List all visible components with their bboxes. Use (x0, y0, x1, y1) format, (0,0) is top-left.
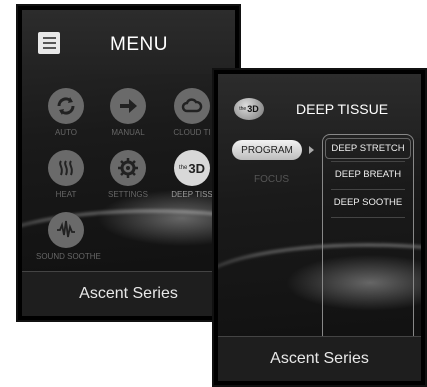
gear-icon (110, 150, 146, 186)
menu-screen: MENU AUTO MANUAL CLOUD TI HEAT SETTINGS … (22, 10, 235, 316)
tile-heat[interactable]: HEAT (36, 150, 96, 199)
menu-device: MENU AUTO MANUAL CLOUD TI HEAT SETTINGS … (16, 4, 241, 322)
program-item[interactable]: DEEP BREATH (323, 169, 413, 180)
program-item[interactable]: DEEP SOOTHE (323, 197, 413, 208)
menu-title: MENU (110, 34, 168, 55)
deep-tissue-header: the 3D DEEP TISSUE (218, 74, 421, 138)
sound-wave-icon (48, 212, 84, 248)
3d-icon: the 3D (234, 98, 264, 120)
tile-label: SETTINGS (107, 190, 148, 199)
tab-program[interactable]: PROGRAM (232, 140, 302, 160)
tile-label: SOUND SOOTHE (36, 252, 101, 261)
cloud-icon (174, 88, 210, 124)
tab-focus[interactable]: FOCUS (254, 174, 289, 185)
program-item[interactable]: DEEP STRETCH (325, 138, 411, 159)
divider (331, 189, 405, 190)
tile-sound-soothe[interactable]: SOUND SOOTHE (36, 212, 101, 261)
heat-waves-icon (48, 150, 84, 186)
deep-tissue-device: the 3D DEEP TISSUE PROGRAM FOCUS DEEP STR… (212, 68, 427, 387)
program-list: DEEP STRETCH DEEP BREATH DEEP SOOTHE (322, 134, 414, 344)
tile-auto[interactable]: AUTO (36, 88, 96, 137)
list-menu-icon[interactable] (38, 32, 60, 54)
divider (331, 161, 405, 162)
deep-tissue-footer: Ascent Series (218, 336, 421, 381)
tile-settings[interactable]: SETTINGS (98, 150, 158, 199)
deep-tissue-screen: the 3D DEEP TISSUE PROGRAM FOCUS DEEP STR… (218, 74, 421, 381)
menu-header: MENU (22, 10, 235, 74)
refresh-icon (48, 88, 84, 124)
menu-footer: Ascent Series (22, 271, 235, 316)
divider (331, 217, 405, 218)
tile-label: MANUAL (111, 128, 145, 137)
chevron-right-icon (309, 146, 314, 154)
tile-label: AUTO (54, 128, 78, 137)
3d-icon: the 3D (174, 150, 210, 186)
page-title: DEEP TISSUE (296, 101, 389, 117)
tile-label: HEAT (55, 190, 77, 199)
tile-manual[interactable]: MANUAL (98, 88, 158, 137)
arrow-right-icon (110, 88, 146, 124)
